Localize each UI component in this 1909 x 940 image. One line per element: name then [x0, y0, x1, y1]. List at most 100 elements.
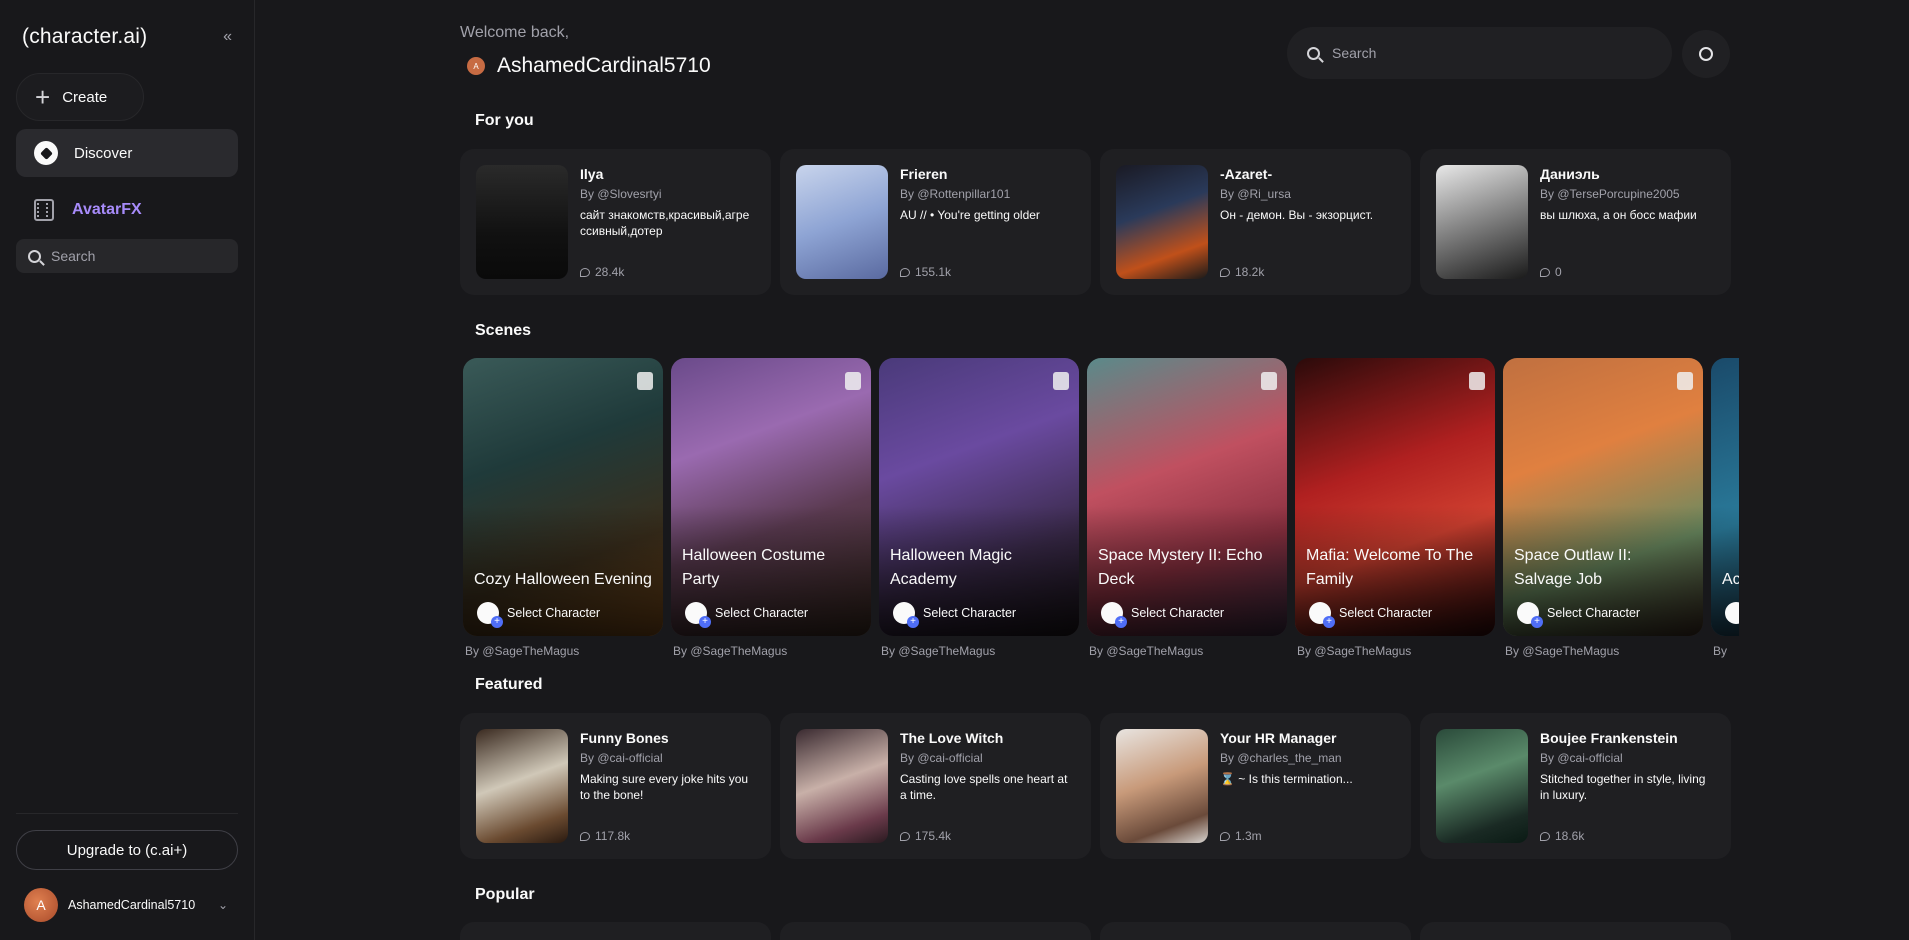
scene-card[interactable]: Space Mystery II: Echo Deck Select Chara… [1087, 358, 1287, 658]
chat-count-value: 117.8k [595, 829, 631, 843]
welcome-user: A AshamedCardinal5710 [467, 54, 711, 78]
scene-image: Halloween Magic Academy Select Character [879, 358, 1079, 636]
select-character-label: Select Character [1131, 606, 1225, 620]
character-card[interactable]: Frieren By @Rottenpillar101 AU // • You'… [780, 149, 1091, 295]
scene-image: Cozy Halloween Evening Select Character [463, 358, 663, 636]
bookmark-icon[interactable] [1677, 372, 1693, 390]
create-button[interactable]: + Create [16, 73, 144, 121]
popular-row [460, 922, 1731, 940]
collapse-sidebar-icon[interactable]: « [223, 28, 232, 46]
select-character-label: Select Character [1339, 606, 1433, 620]
character-author: By @Rottenpillar101 [900, 187, 1011, 201]
scene-card[interactable]: Halloween Costume Party Select Character… [671, 358, 871, 658]
chat-bubble-icon [580, 267, 590, 277]
character-description: Making sure every joke hits you to the b… [580, 772, 749, 802]
character-card[interactable]: Boujee Frankenstein By @cai-official Sti… [1420, 713, 1731, 859]
character-author: By @cai-official [580, 751, 663, 765]
sidebar-item-avatarfx[interactable]: AvatarFX [16, 185, 238, 235]
add-character-icon [685, 602, 711, 628]
character-card[interactable]: Funny Bones By @cai-official Making sure… [460, 713, 771, 859]
character-avatar [1436, 165, 1528, 279]
chat-count-value: 18.6k [1555, 829, 1585, 843]
search-icon [1307, 46, 1320, 60]
scene-card[interactable]: Halloween Magic Academy Select Character… [879, 358, 1079, 658]
chat-bubble-icon [900, 831, 910, 841]
chevron-down-icon[interactable]: ⌄ [218, 898, 228, 912]
bookmark-icon[interactable] [637, 372, 653, 390]
chat-count: 1.3m [1220, 829, 1262, 843]
character-card[interactable]: The Love Witch By @cai-official Casting … [780, 713, 1091, 859]
chat-bubble-icon [900, 267, 910, 277]
character-name: -Azaret- [1220, 166, 1273, 182]
chat-bubble-icon [1220, 267, 1230, 277]
character-card[interactable] [460, 922, 771, 940]
chat-bubble-icon [1540, 831, 1550, 841]
character-description: Он - демон. Вы - экзорцист. [1220, 208, 1374, 222]
sidebar-search-input[interactable]: Search [16, 239, 238, 273]
character-author: By @cai-official [1540, 751, 1623, 765]
character-description: сайт знакомств,красивый,агрессивный,доте… [580, 208, 750, 238]
scene-author: By [1713, 644, 1728, 658]
character-author: By @charles_the_man [1220, 751, 1342, 765]
scene-card[interactable]: Space Outlaw II: Salvage Job Select Char… [1503, 358, 1703, 658]
bookmark-icon[interactable] [1469, 372, 1485, 390]
compass-icon [34, 141, 58, 165]
brand-logo[interactable]: (character.ai) [22, 25, 147, 49]
select-character-button[interactable]: Select Character [1309, 602, 1433, 628]
chat-count: 18.2k [1220, 265, 1264, 279]
character-author: By @cai-official [900, 751, 983, 765]
select-character-button[interactable]: Select Character [685, 602, 809, 628]
character-name: Frieren [900, 166, 948, 182]
scene-title: Halloween Costume Party [682, 547, 826, 588]
chat-count: 18.6k [1540, 829, 1584, 843]
select-character-button[interactable]: Select Character [893, 602, 1017, 628]
scene-title: Space Mystery II: Echo Deck [1098, 547, 1263, 588]
scene-card[interactable]: Mafia: Welcome To The Family Select Char… [1295, 358, 1495, 658]
bookmark-icon[interactable] [845, 372, 861, 390]
avatar: A [467, 57, 485, 75]
sidebar-item-discover[interactable]: Discover [16, 129, 238, 177]
user-menu[interactable]: A AshamedCardinal5710 ⌄ [16, 870, 238, 940]
add-character-icon [893, 602, 919, 628]
section-title-scenes: Scenes [475, 322, 532, 339]
character-card[interactable] [1420, 922, 1731, 940]
character-author: By @Slovesrtyi [580, 187, 662, 201]
page-title: AshamedCardinal5710 [497, 54, 711, 77]
select-character-label: Select Character [923, 606, 1017, 620]
character-avatar [1116, 729, 1208, 843]
scene-author: By @SageTheMagus [1297, 644, 1412, 658]
welcome-text: Welcome back, [460, 24, 570, 41]
character-card[interactable] [780, 922, 1091, 940]
search-input[interactable]: Search [1287, 27, 1672, 79]
character-author: By @Ri_ursa [1220, 187, 1291, 201]
sidebar: (character.ai) « + Create Discover Avata… [0, 0, 255, 940]
upgrade-button[interactable]: Upgrade to (c.ai+) [16, 830, 238, 870]
bookmark-icon[interactable] [1053, 372, 1069, 390]
select-character-button[interactable]: Select Character [477, 602, 600, 628]
select-character-button[interactable]: Select Character [1101, 602, 1225, 628]
character-card[interactable]: -Azaret- By @Ri_ursa Он - демон. Вы - эк… [1100, 149, 1411, 295]
select-character-label: Select Character [715, 606, 809, 620]
add-character-icon [1101, 602, 1127, 628]
scene-title: Cozy Halloween Evening [474, 571, 652, 588]
add-character-icon [477, 602, 503, 628]
divider [16, 813, 238, 814]
lightbulb-icon[interactable] [1682, 30, 1730, 78]
scenes-row: Cozy Halloween Evening Select Character … [463, 358, 1739, 658]
chat-count: 117.8k [580, 829, 630, 843]
select-character-button[interactable]: Select Character [1517, 602, 1640, 628]
search-placeholder: Search [1332, 45, 1377, 61]
scene-card[interactable]: Ac Se By [1711, 358, 1739, 658]
scene-card[interactable]: Cozy Halloween Evening Select Character … [463, 358, 663, 658]
select-character-button[interactable] [1725, 602, 1739, 624]
character-description: AU // • You're getting older [900, 208, 1040, 222]
scene-image: Ac Se [1711, 358, 1739, 636]
character-card[interactable] [1100, 922, 1411, 940]
character-name: Your HR Manager [1220, 730, 1337, 746]
bookmark-icon[interactable] [1261, 372, 1277, 390]
character-card[interactable]: Ilya By @Slovesrtyi сайт знакомств,краси… [460, 149, 771, 295]
character-name: Boujee Frankenstein [1540, 730, 1678, 746]
character-card[interactable]: Your HR Manager By @charles_the_man ⌛ ~ … [1100, 713, 1411, 859]
character-card[interactable]: Даниэль By @TersePorcupine2005 вы шлюха,… [1420, 149, 1731, 295]
scene-title: Mafia: Welcome To The Family [1306, 547, 1474, 588]
